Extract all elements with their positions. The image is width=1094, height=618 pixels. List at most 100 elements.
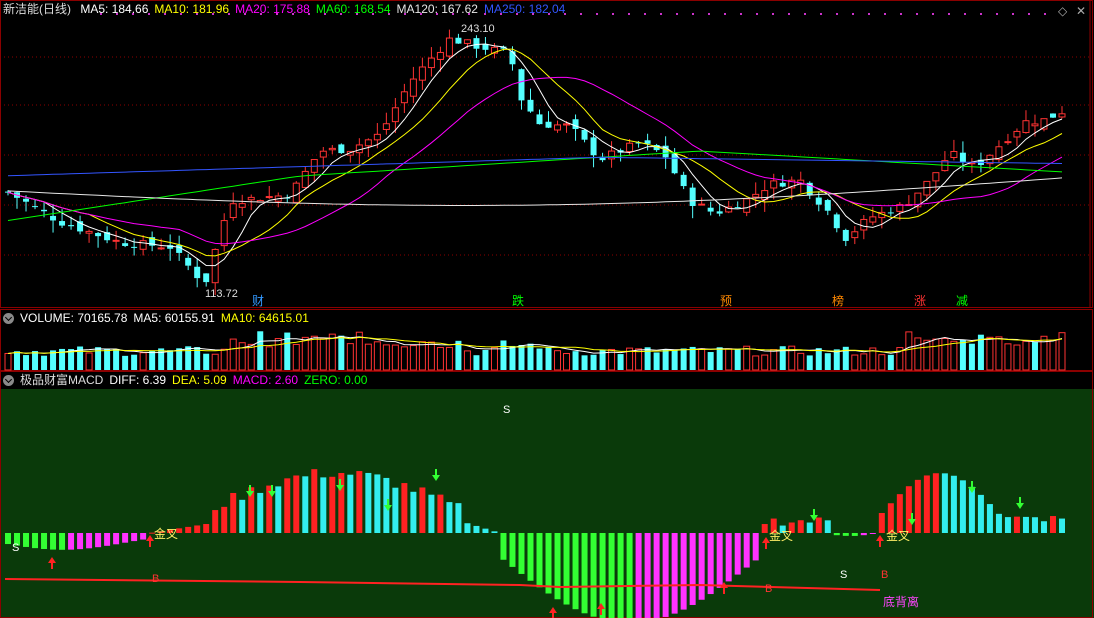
volume-bar: [301, 336, 309, 371]
ma20-line: [7, 76, 1063, 245]
volume-bar: [698, 348, 706, 371]
signal-b-3: B: [881, 569, 889, 581]
ma10-line: [7, 48, 1063, 257]
macd-bar: [68, 533, 75, 550]
price-chart[interactable]: [0, 0, 1094, 308]
volume-bar: [85, 352, 93, 371]
volume-bar: [554, 350, 562, 371]
candle-body: [85, 230, 93, 234]
candle-body: [176, 245, 183, 253]
macd-bar: [356, 471, 363, 533]
event-marker[interactable]: 减: [956, 292, 968, 309]
candle-body: [581, 129, 588, 140]
volume-bar: [167, 350, 174, 370]
macd-bar: [221, 506, 228, 533]
event-marker[interactable]: 榜: [832, 292, 844, 309]
candle-body: [779, 182, 786, 187]
candle-body: [364, 139, 372, 147]
macd-bar: [482, 528, 489, 533]
volume-bar: [914, 337, 922, 371]
volume-bar: [671, 350, 678, 370]
event-marker[interactable]: 跌: [512, 292, 524, 309]
macd-bar: [932, 473, 939, 533]
volume-bar: [149, 350, 156, 370]
event-marker[interactable]: 预: [720, 292, 732, 309]
volume-bar: [950, 340, 958, 371]
volume-bar: [23, 355, 30, 370]
volume-bar: [220, 348, 228, 371]
candle-body: [1031, 123, 1039, 127]
macd-bar: [509, 533, 516, 567]
macd-bar: [77, 533, 84, 550]
candle-body: [157, 247, 165, 250]
macd-bar: [680, 533, 687, 610]
close-icon[interactable]: ✕: [1076, 4, 1086, 18]
macd-panel[interactable]: 极品财富MACD DIFF: 6.39 DEA: 5.09 MACD: 2.60 ZER…: [0, 371, 1094, 618]
indicator-value: DIFF: 6.39: [109, 373, 167, 387]
volume-bar: [364, 343, 372, 371]
macd-bar: [950, 475, 957, 533]
volume-bar: [400, 346, 408, 371]
candle-body: [59, 221, 66, 226]
candle-body: [824, 200, 831, 211]
macd-bar: [842, 533, 849, 536]
volume-bar: [590, 354, 597, 370]
candle-body: [527, 99, 534, 112]
event-marker[interactable]: 涨: [914, 292, 926, 309]
volume-ma10-line: [7, 336, 1063, 354]
macd-bar: [536, 533, 543, 588]
candle-body: [418, 66, 426, 81]
volume-bar: [319, 338, 327, 371]
indicator-value: MA5: 184.66: [80, 2, 149, 16]
indicator-value: DEA: 5.09: [172, 373, 227, 387]
indicator-value: MA10: 181.96: [154, 2, 230, 16]
volume-bar: [1022, 340, 1030, 371]
macd-bar: [572, 533, 579, 610]
collapse-toggle-icon[interactable]: [3, 375, 14, 386]
volume-bar: [41, 355, 48, 370]
diamond-icon[interactable]: ◇: [1058, 4, 1067, 18]
candle-body: [950, 151, 958, 159]
volume-bar: [122, 355, 129, 370]
macd-bar: [644, 533, 651, 618]
candle-body: [328, 147, 336, 151]
candle-body: [572, 119, 579, 130]
stock-title: 新洁能(日线): [3, 2, 71, 16]
macd-bar: [1031, 517, 1038, 533]
volume-bar: [509, 345, 516, 370]
volume-bar: [203, 353, 210, 370]
candle-body: [1013, 130, 1021, 138]
indicator-value: MA5: 60155.91: [133, 311, 215, 325]
indicator-value: MA120: 167.62: [396, 2, 478, 16]
volume-panel[interactable]: VOLUME: 70165.78 MA5: 60155.91 MA10: 64615…: [0, 309, 1094, 371]
macd-bar: [590, 533, 597, 617]
volume-bar: [743, 345, 751, 371]
macd-title: 极品财富MACD: [20, 373, 104, 387]
macd-chart[interactable]: [0, 371, 1094, 618]
candle-body: [887, 212, 894, 214]
volume-bar: [986, 336, 994, 371]
macd-bar: [230, 492, 237, 533]
collapse-toggle-icon[interactable]: [3, 313, 14, 324]
volume-bar: [725, 348, 733, 371]
volume-bar: [536, 348, 543, 370]
volume-bar: [32, 351, 39, 370]
price-header: 新洁能(日线) MA5: 184.66 MA10: 181.96 MA20: 175…: [0, 0, 1094, 18]
candle-body: [436, 51, 444, 60]
volume-bar: [139, 352, 147, 371]
candle-body: [716, 211, 723, 214]
candle-body: [95, 232, 102, 237]
golden-cross-2: 金叉: [769, 529, 794, 543]
indicator-value: MA20: 175.88: [235, 2, 310, 16]
macd-bar: [815, 517, 822, 533]
macd-bar: [698, 533, 705, 600]
signal-s-top: S: [503, 404, 511, 416]
price-panel[interactable]: 新洁能(日线) MA5: 184.66 MA10: 181.96 MA20: 175…: [0, 0, 1094, 308]
candle-body: [400, 91, 408, 104]
candle-body: [509, 51, 516, 65]
macd-bar: [689, 533, 696, 605]
candle-body: [445, 37, 453, 57]
volume-bar: [707, 352, 714, 370]
event-marker[interactable]: 财: [252, 292, 264, 309]
volume-bar: [455, 340, 462, 370]
